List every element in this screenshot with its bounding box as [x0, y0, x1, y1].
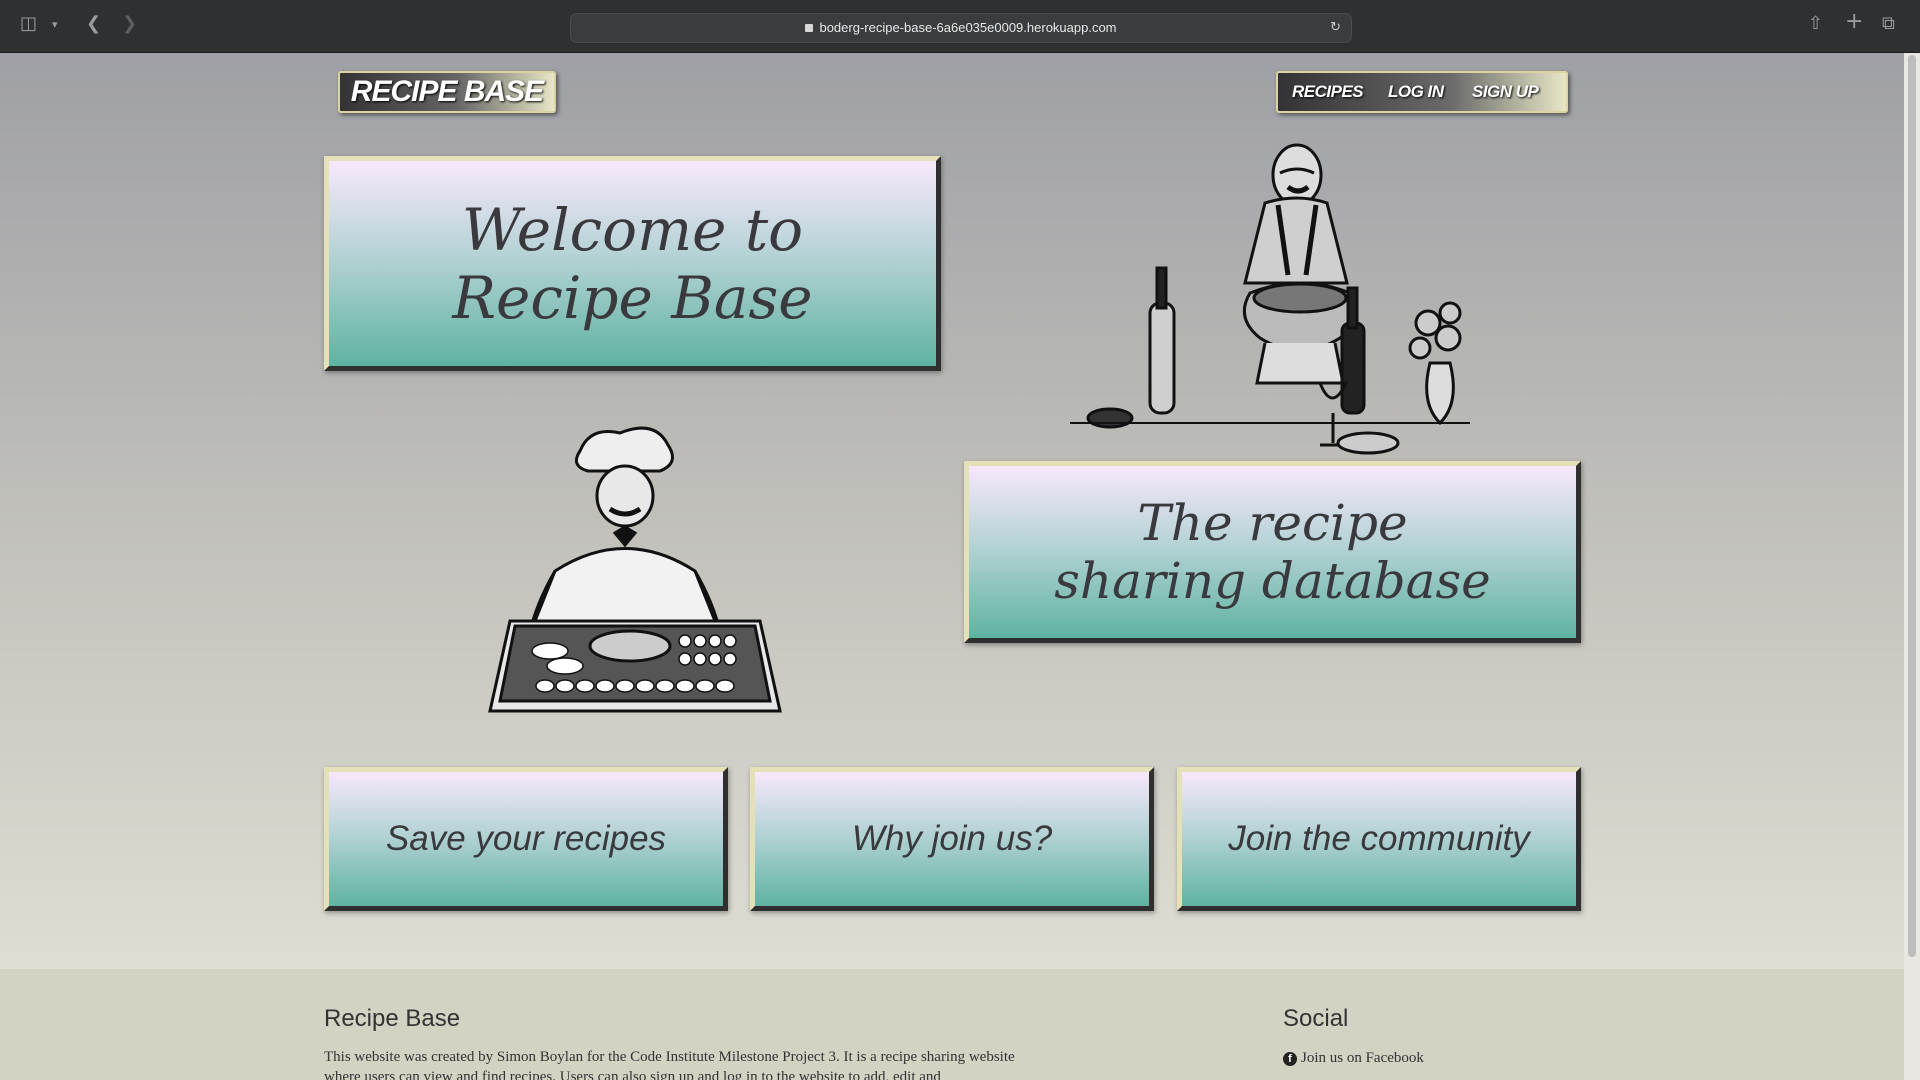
feature-card-label: Save your recipes [385, 819, 667, 858]
nav-sign-up[interactable]: SIGN UP [1472, 73, 1539, 111]
browser-toolbar: ◫ ▾ ❮ ❯ boderg-recipe-base-6a6e035e0009.… [0, 0, 1920, 53]
facebook-icon: f [1283, 1052, 1297, 1066]
welcome-card: Welcome to Recipe Base [324, 156, 941, 371]
chevron-down-icon[interactable]: ▾ [52, 18, 58, 31]
feature-card-join-community[interactable]: Join the community [1177, 767, 1581, 911]
site-logo[interactable]: RECIPE BASE [338, 71, 556, 113]
page: RECIPE BASE RECIPES LOG IN SIGN UP Welco… [0, 53, 1904, 1080]
chef-dining-illustration [1070, 143, 1470, 475]
back-icon[interactable]: ❮ [86, 13, 101, 34]
welcome-title-line1: Welcome to [461, 195, 804, 264]
forward-icon[interactable]: ❯ [122, 13, 137, 34]
tagline-line2: sharing database [1054, 552, 1491, 610]
share-icon[interactable]: ⇧ [1808, 13, 1823, 34]
address-bar[interactable]: boderg-recipe-base-6a6e035e0009.herokuap… [570, 13, 1352, 43]
feature-card-label: Join the community [1228, 819, 1530, 858]
footer-about-text: This website was created by Simon Boylan… [324, 1049, 1015, 1080]
main-nav: RECIPES LOG IN SIGN UP [1276, 71, 1568, 113]
tagline-line1: The recipe [1137, 494, 1408, 552]
footer-social-heading: Social [1283, 1005, 1349, 1032]
reload-icon[interactable]: ↻ [1330, 14, 1341, 42]
feature-card-label: Why join us? [851, 819, 1053, 858]
tabs-overview-icon[interactable]: ⧉ [1882, 13, 1895, 34]
page-scrollbar[interactable] [1904, 53, 1920, 1080]
footer-about-heading: Recipe Base [324, 1005, 461, 1032]
nav-log-in[interactable]: LOG IN [1388, 73, 1444, 111]
footer-facebook-link[interactable]: f Join us on Facebook [1283, 1048, 1424, 1068]
nav-recipes[interactable]: RECIPES [1292, 73, 1364, 111]
site-footer: Recipe Base This website was created by … [0, 969, 1904, 1080]
footer-facebook-label: Join us on Facebook [1301, 1050, 1424, 1066]
chef-tray-illustration [488, 426, 782, 713]
feature-card-why-join[interactable]: Why join us? [750, 767, 1154, 911]
welcome-title-line2: Recipe Base [452, 263, 813, 332]
sidebar-toggle-icon[interactable]: ◫ [20, 13, 37, 34]
url-text: boderg-recipe-base-6a6e035e0009.herokuap… [819, 20, 1117, 35]
tagline-card: The recipe sharing database [964, 461, 1581, 643]
lock-icon [805, 24, 814, 32]
feature-card-save-recipes[interactable]: Save your recipes [324, 767, 728, 911]
scrollbar-thumb[interactable] [1908, 55, 1916, 957]
new-tab-icon[interactable]: + [1845, 9, 1863, 34]
